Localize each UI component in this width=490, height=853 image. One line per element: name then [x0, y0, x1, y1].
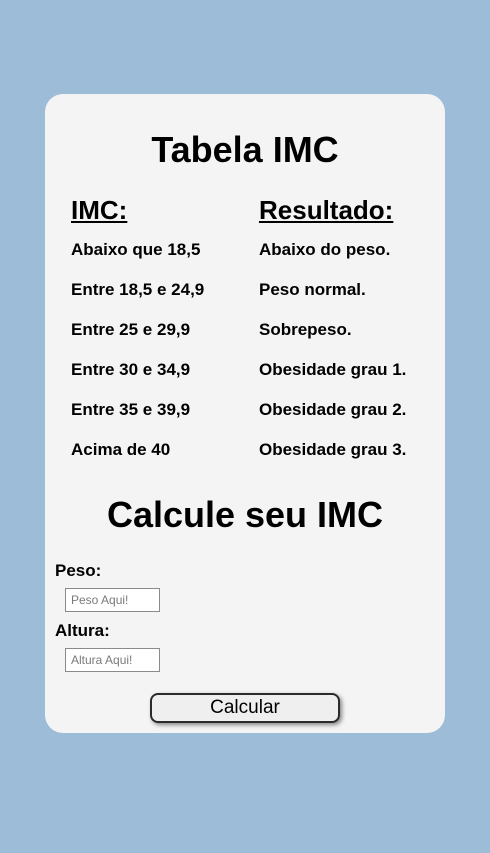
- calculator-title: Calcule seu IMC: [106, 494, 384, 535]
- altura-input[interactable]: [65, 648, 160, 672]
- imc-range-cell: Entre 30 e 34,9: [71, 360, 191, 379]
- resultado-column-header: Resultado:: [259, 195, 394, 225]
- imc-range-cell: Abaixo que 18,5: [71, 240, 201, 259]
- table-row: Entre 30 e 34,9 Obesidade grau 1.: [45, 360, 445, 400]
- imc-card: Tabela IMC IMC: Resultado: Abaixo que 18…: [45, 94, 445, 733]
- resultado-cell: Obesidade grau 2.: [259, 400, 407, 419]
- table-row: Acima de 40 Obesidade grau 3.: [45, 440, 445, 480]
- table-row: Entre 35 e 39,9 Obesidade grau 2.: [45, 400, 445, 440]
- peso-label: Peso:: [55, 561, 102, 580]
- table-row: Entre 25 e 29,9 Sobrepeso.: [45, 320, 445, 360]
- table-row: Entre 18,5 e 24,9 Peso normal.: [45, 280, 445, 320]
- imc-table-rows: Abaixo que 18,5 Abaixo do peso. Entre 18…: [45, 240, 445, 480]
- imc-column-header: IMC:: [71, 195, 128, 225]
- resultado-cell: Obesidade grau 3.: [259, 440, 407, 459]
- imc-range-cell: Acima de 40: [71, 440, 171, 459]
- resultado-cell: Obesidade grau 1.: [259, 360, 407, 379]
- peso-input[interactable]: [65, 588, 160, 612]
- imc-range-cell: Entre 18,5 e 24,9: [71, 280, 205, 299]
- calcular-button[interactable]: Calcular: [150, 693, 340, 723]
- resultado-cell: Abaixo do peso.: [259, 240, 391, 259]
- table-title: Tabela IMC: [151, 129, 339, 170]
- altura-label: Altura:: [55, 621, 110, 640]
- resultado-cell: Peso normal.: [259, 280, 366, 299]
- resultado-cell: Sobrepeso.: [259, 320, 352, 339]
- imc-range-cell: Entre 35 e 39,9: [71, 400, 191, 419]
- table-row: Abaixo que 18,5 Abaixo do peso.: [45, 240, 445, 280]
- imc-range-cell: Entre 25 e 29,9: [71, 320, 191, 339]
